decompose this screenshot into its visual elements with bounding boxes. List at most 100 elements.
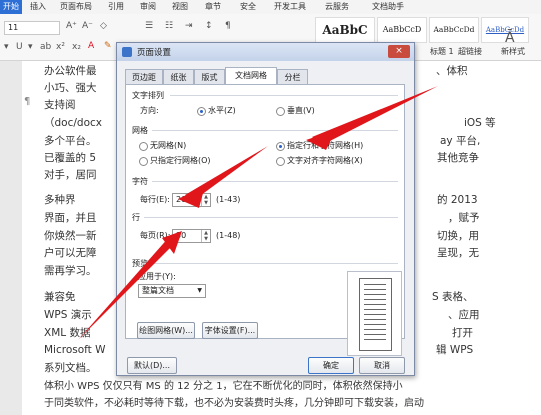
- doc-line-end: 的 2013: [437, 194, 478, 206]
- ok-button[interactable]: 确定: [308, 357, 354, 374]
- divider: [152, 263, 398, 264]
- section-preview: 预览: [132, 259, 148, 268]
- menu-bar: 开始 插入 页面布局 引用 审阅 视图 章节 安全 开发工具 云服务 文档助手: [0, 0, 541, 15]
- paragraph-mark-icon: ¶: [24, 96, 31, 107]
- font-size-select[interactable]: 11: [4, 21, 60, 35]
- subscript-icon[interactable]: x₂: [72, 42, 81, 52]
- menu-insert[interactable]: 插入: [30, 0, 46, 14]
- font-settings-button[interactable]: 字体设置(F)...: [202, 322, 258, 339]
- indent-icon[interactable]: ⇥: [185, 21, 193, 31]
- font-color-icon[interactable]: A: [88, 41, 94, 51]
- tab-margins[interactable]: 页边距: [125, 69, 163, 84]
- tab-columns[interactable]: 分栏: [277, 69, 308, 84]
- radio-snap-to-char-grid-label[interactable]: 文字对齐字符网格(X): [287, 156, 363, 166]
- radio-line-and-char-grid-label[interactable]: 指定行和字符网格(H): [287, 141, 363, 151]
- section-text-direction: 文字排列: [132, 91, 164, 100]
- radio-snap-to-char-grid[interactable]: [276, 157, 285, 166]
- draw-grid-button[interactable]: 绘图网格(W)...: [137, 322, 195, 339]
- menu-start[interactable]: 开始: [0, 0, 22, 14]
- doc-line-end: 、应用: [448, 309, 480, 321]
- close-icon[interactable]: ×: [388, 45, 410, 58]
- new-style-label[interactable]: 新样式: [501, 46, 525, 57]
- radio-line-and-char-grid[interactable]: [276, 142, 285, 151]
- lines-per-page-input[interactable]: 30 ▲ ▼: [172, 229, 211, 243]
- menu-doc-assistant[interactable]: 文档助手: [372, 0, 404, 14]
- doc-line-end: 切换，用: [437, 230, 479, 242]
- doc-line-end: S 表格、: [432, 291, 474, 303]
- grow-font-icon[interactable]: A⁺: [66, 21, 77, 31]
- doc-line-end: ay 平台,: [440, 135, 481, 147]
- divider: [152, 181, 398, 182]
- style-heading2[interactable]: AaBbCcDd: [429, 17, 479, 43]
- lines-range: (1-48): [216, 231, 241, 240]
- tab-paper[interactable]: 纸张: [163, 69, 194, 84]
- radio-no-grid-label[interactable]: 无网格(N): [150, 141, 186, 151]
- divider: [144, 217, 398, 218]
- menu-security[interactable]: 安全: [240, 0, 256, 14]
- menu-references[interactable]: 引用: [108, 0, 124, 14]
- lines-per-page-value: 30: [176, 231, 187, 240]
- radio-vertical-label[interactable]: 垂直(V): [287, 106, 315, 116]
- menu-view[interactable]: 视图: [172, 0, 188, 14]
- doc-line-end: iOS 等: [464, 117, 496, 129]
- radio-line-grid-only[interactable]: [139, 157, 148, 166]
- chars-per-line-input[interactable]: 20 ▲ ▼: [172, 193, 211, 207]
- divider: [152, 130, 398, 131]
- superscript-icon[interactable]: x²: [56, 42, 65, 52]
- divider: [170, 95, 398, 96]
- radio-line-grid-only-label[interactable]: 只指定行网格(O): [150, 156, 211, 166]
- apply-to-label: 应用于(Y):: [138, 272, 176, 281]
- highlight-icon[interactable]: ✎: [104, 41, 112, 51]
- sort-icon[interactable]: ↕: [205, 21, 213, 31]
- bullets-icon[interactable]: ☰: [145, 21, 153, 31]
- doc-line-end: 呈现，无: [437, 247, 479, 259]
- doc-line-end: 辑 WPS: [436, 344, 474, 356]
- radio-horizontal-label[interactable]: 水平(Z): [208, 106, 236, 116]
- page-setup-dialog: 页面设置 × 页边距 纸张 版式 文档网格 分栏 文字排列 方向: 水平(Z) …: [116, 42, 415, 376]
- clear-format-icon[interactable]: ◇: [100, 21, 107, 31]
- dialog-title: 页面设置: [137, 48, 172, 58]
- show-marks-icon[interactable]: ¶: [225, 21, 231, 31]
- menu-review[interactable]: 审阅: [140, 0, 156, 14]
- italic-icon[interactable]: ▾: [4, 42, 9, 52]
- radio-vertical[interactable]: [276, 107, 285, 116]
- preview-sheet-icon: [359, 278, 392, 351]
- apply-to-value: 整篇文档: [142, 286, 174, 295]
- cancel-button[interactable]: 取消: [359, 357, 405, 374]
- radio-horizontal[interactable]: [197, 107, 206, 116]
- tab-layout[interactable]: 版式: [194, 69, 225, 84]
- menu-developer[interactable]: 开发工具: [274, 0, 306, 14]
- menu-page-layout[interactable]: 页面布局: [60, 0, 92, 14]
- font-size-value: 11: [8, 23, 19, 32]
- chevron-down-icon: ▼: [197, 287, 202, 294]
- style-heading1[interactable]: AaBbCcD: [377, 17, 427, 43]
- section-lines: 行: [132, 213, 140, 222]
- doc-line-end: 打开: [452, 327, 473, 339]
- apply-to-select[interactable]: 整篇文档 ▼: [138, 284, 206, 298]
- chars-per-line-label: 每行(E):: [140, 195, 170, 204]
- lines-per-page-label: 每页(R):: [140, 231, 171, 240]
- doc-line: 体积小 WPS 仅仅只有 MS 的 12 分之 1，它在不断优化的同时，体积依然…: [44, 381, 403, 392]
- dialog-titlebar[interactable]: 页面设置 ×: [117, 43, 414, 61]
- direction-label: 方向:: [140, 106, 159, 115]
- spin-arrows-icon[interactable]: ▲ ▼: [201, 194, 210, 206]
- menu-sections[interactable]: 章节: [205, 0, 221, 14]
- default-button[interactable]: 默认(D)...: [127, 357, 177, 374]
- shrink-font-icon[interactable]: A⁻: [82, 21, 93, 31]
- style-normal[interactable]: AaBbC: [315, 17, 375, 43]
- strikethrough-icon[interactable]: ab: [40, 42, 51, 52]
- numbering-icon[interactable]: ☷: [165, 21, 173, 31]
- radio-no-grid[interactable]: [139, 142, 148, 151]
- doc-line-end: 、体积: [436, 65, 468, 77]
- tab-document-grid[interactable]: 文档网格: [225, 67, 277, 84]
- underline-icon[interactable]: U: [16, 42, 23, 52]
- spin-arrows-icon[interactable]: ▲ ▼: [201, 230, 210, 242]
- doc-line: 于同类软件，不必耗时等待下载，也不必为安装费时头疼，几分钟即可下载安装，启动: [44, 398, 424, 409]
- section-grid: 网格: [132, 126, 148, 135]
- dropdown-icon[interactable]: ▾: [28, 42, 33, 52]
- doc-line-end: 其他竞争: [437, 152, 479, 164]
- style-label-hyperlink: 超链接: [458, 47, 482, 56]
- menu-cloud[interactable]: 云服务: [325, 0, 349, 14]
- new-style-icon[interactable]: Ᾱ: [505, 30, 515, 46]
- wps-app-icon: [122, 47, 132, 57]
